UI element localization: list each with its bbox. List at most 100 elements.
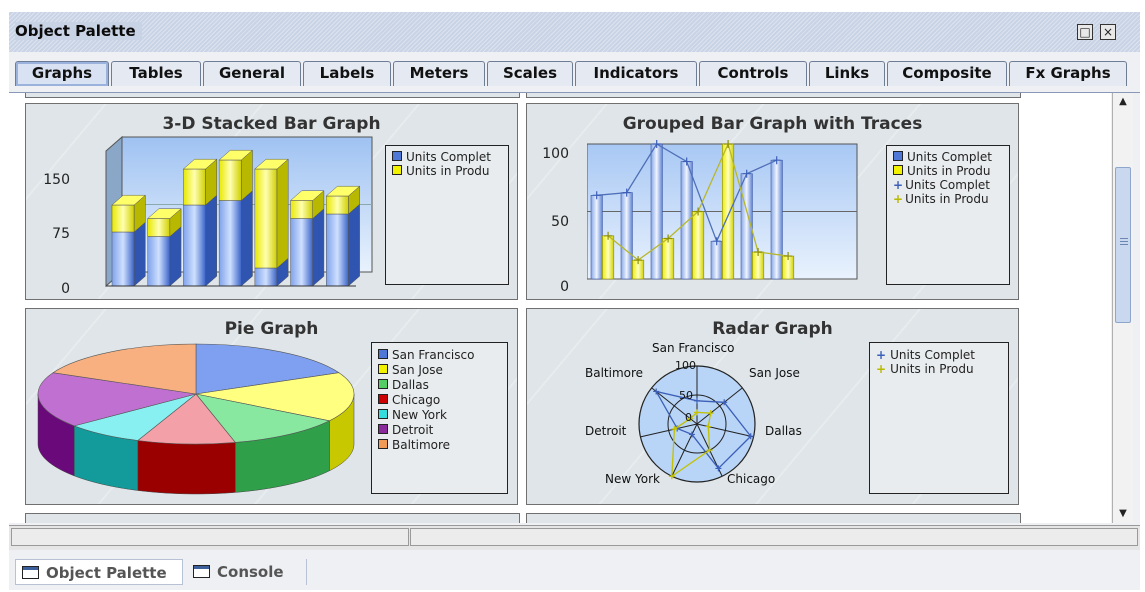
stacked-bar-side: [133, 221, 146, 287]
close-icon[interactable]: ×: [1100, 24, 1116, 40]
scroll-up-icon[interactable]: ▲: [1113, 93, 1133, 111]
stacked-bar-side: [312, 208, 325, 287]
palette-content: 3-D Stacked Bar Graph 150 75 0 Units Com…: [9, 93, 1111, 523]
stacked-bar-segment: [326, 213, 349, 287]
stacked-bar-segment: [290, 200, 313, 219]
radar-ring-label: 50: [679, 389, 693, 402]
tab-meters[interactable]: Meters: [393, 61, 485, 86]
legend-item: Units in Produ: [893, 164, 991, 178]
tab-tables[interactable]: Tables: [111, 61, 201, 86]
legend-item: + Units in Produ: [876, 362, 974, 376]
radar-axis-label: Chicago: [727, 472, 776, 486]
stacked-bar-side: [169, 226, 182, 287]
pie-slice-side: [137, 440, 236, 495]
radar-axis-label: Dallas: [765, 424, 802, 438]
legend-item: Units in Produ: [392, 164, 490, 178]
stacked-bar-segment: [254, 168, 278, 269]
legend: San Francisco San Jose Dallas Chicago Ne…: [371, 342, 508, 494]
tab-graphs[interactable]: Graphs: [15, 61, 109, 86]
scrollbar-thumb[interactable]: [1115, 167, 1131, 323]
status-bar: [9, 525, 1140, 550]
bar-units-completed: [710, 240, 723, 280]
radar-graph-panel[interactable]: Radar Graph San Francisco San Jose Dalla…: [526, 308, 1019, 505]
stacked-bar-side: [241, 190, 253, 287]
y-tick: 50: [551, 214, 569, 230]
grouped-bar-chart: [587, 140, 858, 280]
legend-item: Units Complet: [392, 150, 491, 164]
stacked-bar-segment: [183, 204, 206, 287]
panel-title: Radar Graph: [712, 319, 833, 339]
radar-ring-label: 0: [685, 411, 692, 424]
stacked-bar-segment: [111, 231, 135, 287]
tab-composite[interactable]: Composite: [887, 61, 1007, 86]
legend: Units Complet Units in Produ: [385, 145, 509, 285]
stacked-bar-graph-panel[interactable]: 3-D Stacked Bar Graph 150 75 0 Units Com…: [25, 103, 518, 300]
bar-units-in-production: [602, 235, 615, 280]
scroll-down-icon[interactable]: ▼: [1113, 505, 1133, 523]
title-bar[interactable]: Object Palette □ ×: [9, 12, 1140, 52]
grouped-bar-graph-panel[interactable]: Grouped Bar Graph with Traces 100 50 0 U…: [526, 103, 1019, 300]
tab-object-palette[interactable]: Object Palette: [15, 559, 183, 585]
bar-units-in-production: [692, 211, 705, 280]
trace-marker-icon: +: [876, 362, 887, 376]
stacked-bar-segment: [218, 159, 242, 201]
bottom-tab-strip: Object Palette Console: [9, 556, 1140, 590]
legend: + Units Complet + Units in Produ: [869, 342, 1009, 494]
grip-icon: [1120, 241, 1128, 242]
y-tick: 150: [43, 172, 70, 188]
legend-swatch: [392, 165, 402, 175]
legend-item: San Jose: [378, 363, 443, 377]
grip-icon: [1120, 244, 1128, 245]
restore-icon[interactable]: □: [1077, 24, 1093, 40]
bar-units-completed: [770, 159, 783, 280]
status-cell: [11, 528, 409, 546]
legend-item: New York: [378, 408, 447, 422]
stacked-bar-segment: [111, 204, 135, 233]
bar-units-in-production: [722, 143, 735, 280]
vertical-scrollbar[interactable]: ▲ ▼: [1112, 93, 1133, 523]
tab-labels[interactable]: Labels: [303, 61, 391, 86]
bar-units-completed: [590, 194, 603, 280]
window-title: Object Palette: [15, 22, 142, 40]
bar-units-completed: [650, 143, 663, 280]
stacked-bar-segment: [290, 218, 313, 287]
pie-chart: [37, 343, 355, 495]
bar-units-completed: [620, 192, 633, 280]
panel-partial-top-left: [25, 93, 520, 98]
radar-ring-label: 100: [675, 359, 696, 372]
legend-item: + Units Complet: [893, 178, 991, 192]
legend-item: Baltimore: [378, 438, 450, 452]
tab-fx-graphs[interactable]: Fx Graphs: [1009, 61, 1127, 86]
legend-swatch: [392, 151, 402, 161]
tab-indicators[interactable]: Indicators: [575, 61, 697, 86]
tab-console[interactable]: Console: [187, 559, 307, 585]
bar-units-completed: [680, 161, 693, 280]
stacked-bar-segment: [147, 218, 171, 237]
tab-controls[interactable]: Controls: [699, 61, 807, 86]
panel-partial-bottom-left: [25, 513, 520, 523]
radar-axis-label: Baltimore: [585, 366, 644, 380]
legend-item: Detroit: [378, 423, 433, 437]
legend-swatch: [893, 151, 903, 161]
legend: Units Complet Units in Produ + Units Comp…: [886, 145, 1010, 285]
legend-item: + Units in Produ: [893, 192, 989, 206]
stacked-bar-side: [205, 194, 218, 287]
tab-links[interactable]: Links: [809, 61, 885, 86]
window-icon: [193, 565, 210, 578]
tab-general[interactable]: General: [203, 61, 301, 86]
stacked-bar-segment: [183, 168, 206, 206]
stacked-bar-segment: [147, 236, 171, 287]
panel-title: 3-D Stacked Bar Graph: [162, 114, 381, 134]
radar-axis-label: San Francisco: [652, 341, 735, 355]
grip-icon: [1120, 238, 1128, 239]
panel-partial-top-right: [526, 93, 1021, 98]
bar-units-in-production: [752, 251, 765, 280]
status-cell: [410, 528, 1138, 546]
y-tick: 0: [560, 279, 569, 295]
legend-item: Chicago: [378, 393, 440, 407]
radar-axis-label: San Jose: [749, 366, 800, 380]
pie-graph-panel[interactable]: Pie Graph San Francisco San Jose Dallas …: [25, 308, 518, 505]
legend-item: Units Complet: [893, 150, 992, 164]
trace-marker-icon: +: [893, 192, 904, 206]
tab-scales[interactable]: Scales: [487, 61, 573, 86]
